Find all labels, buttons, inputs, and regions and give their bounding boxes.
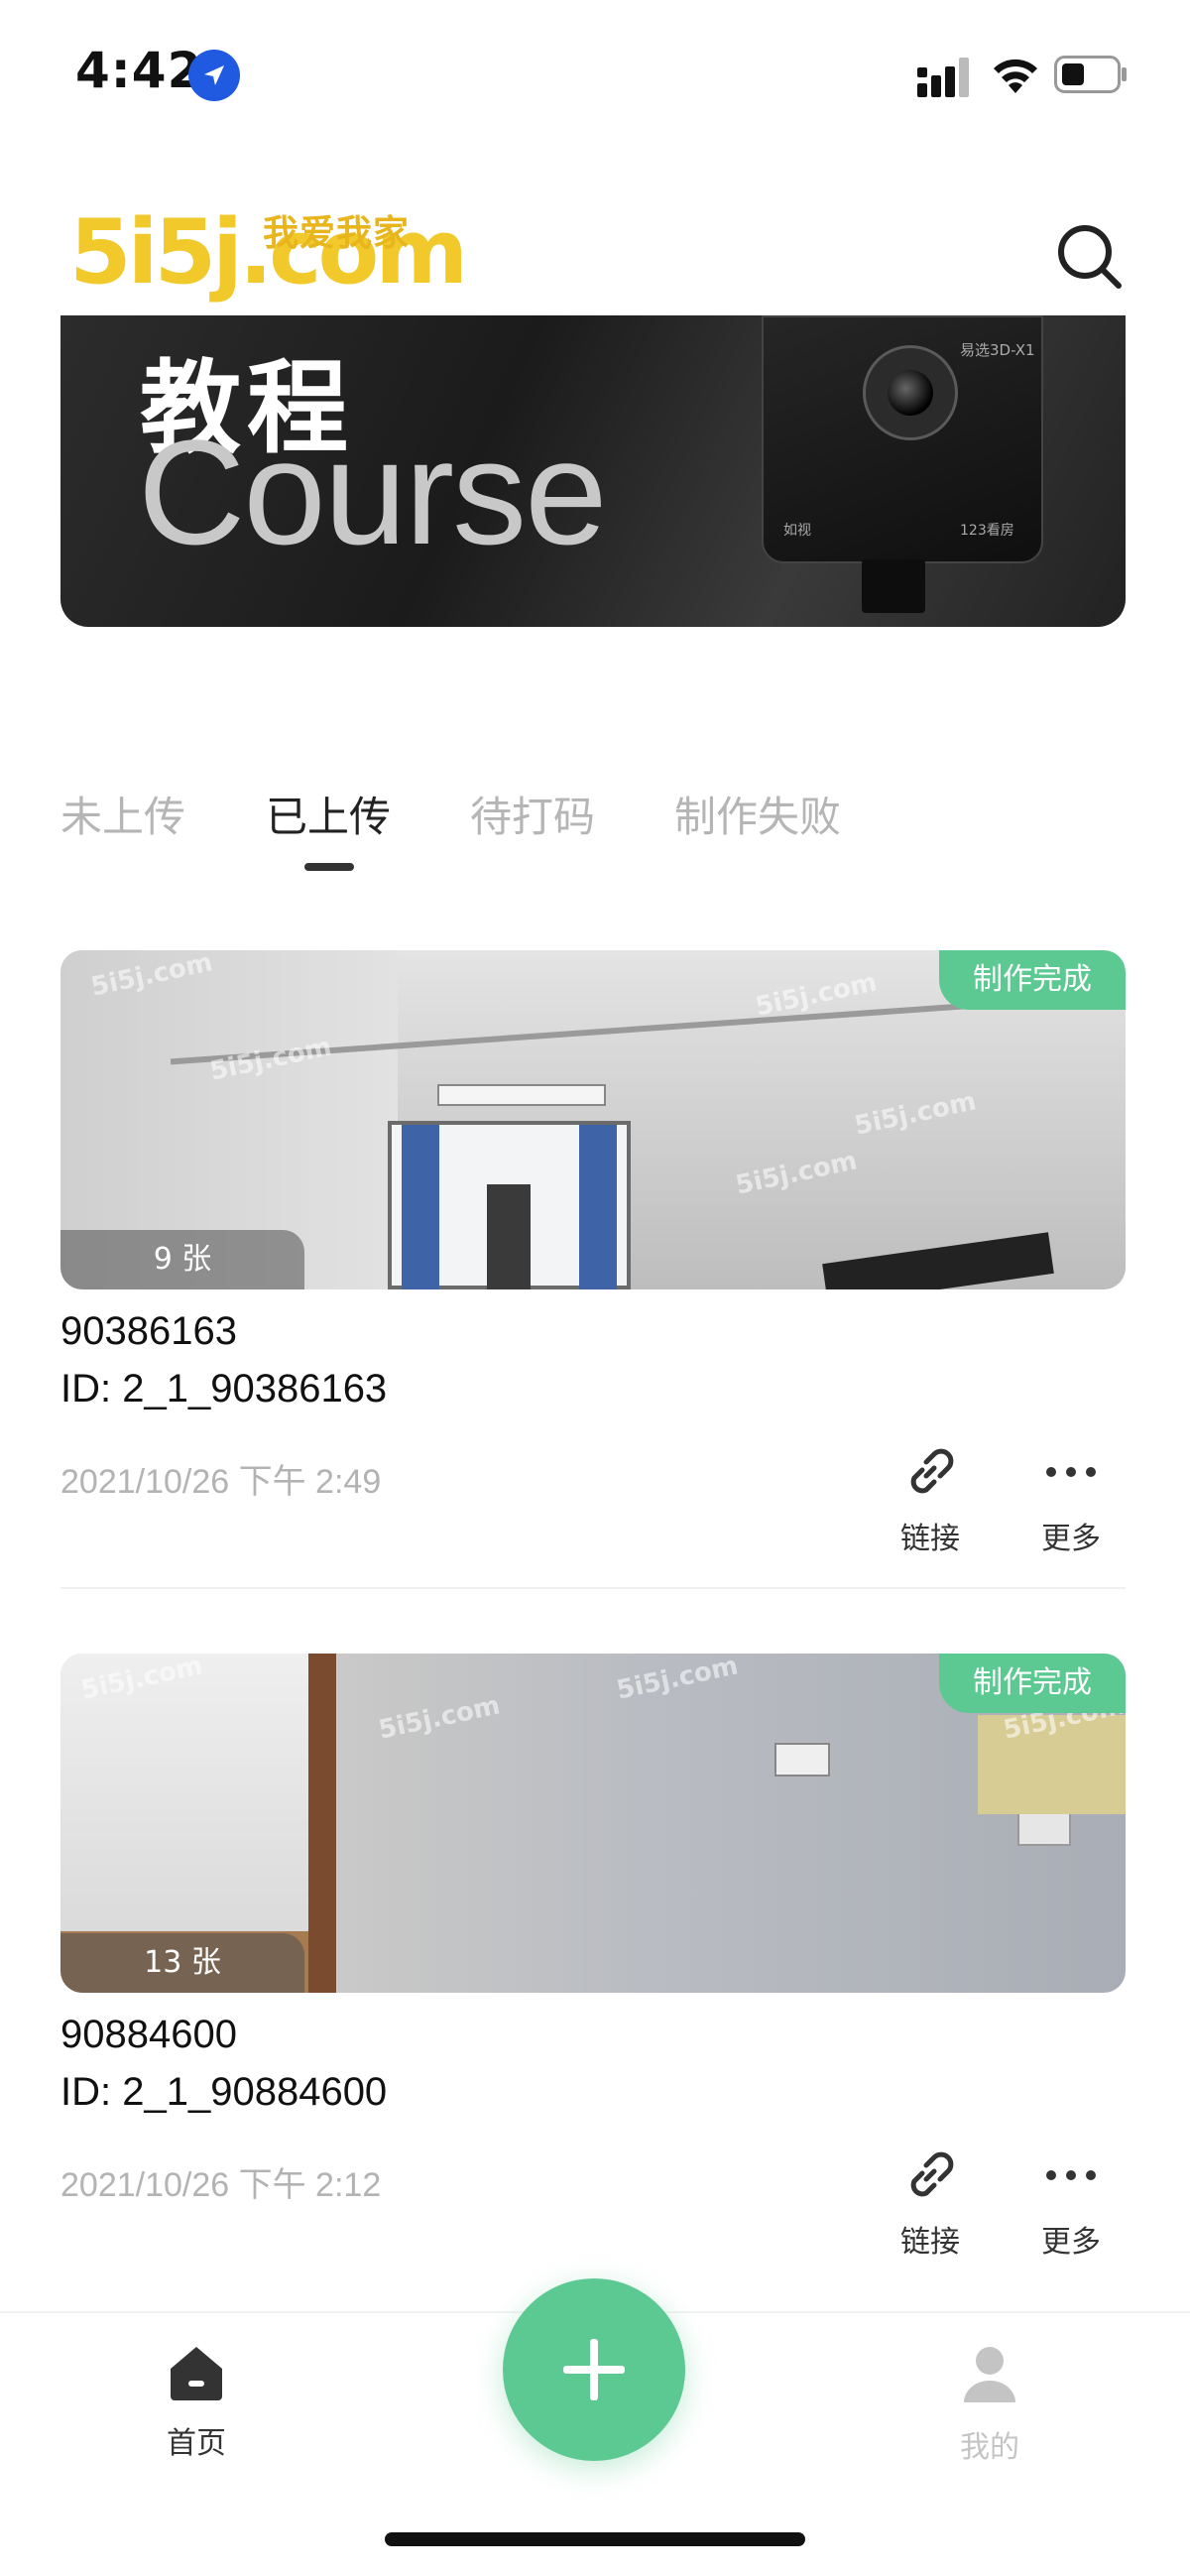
- camera-model-label: 易选3D-X1: [960, 341, 1035, 359]
- photo-count-badge: 9 张: [60, 1230, 304, 1289]
- outlet: [774, 1743, 830, 1777]
- battery-icon: [1054, 56, 1127, 93]
- nav-mine[interactable]: 我的: [920, 2343, 1059, 2466]
- link-icon: [910, 2151, 954, 2197]
- listing-timestamp: 2021/10/26 下午 2:12: [60, 2166, 382, 2204]
- status-time: 4:42: [75, 42, 203, 99]
- tab-not-uploaded[interactable]: 未上传: [60, 784, 185, 844]
- banner-title-en: Course: [138, 409, 608, 575]
- camera-stem: [862, 559, 925, 613]
- link-label: 链接: [900, 1522, 960, 1556]
- watermark: 5i5j.com: [733, 1146, 861, 1201]
- watermark: 5i5j.com: [614, 1654, 742, 1706]
- wifi-icon: [994, 59, 1037, 93]
- camera-lens: [863, 345, 958, 440]
- listing-timestamp: 2021/10/26 下午 2:49: [60, 1463, 382, 1501]
- tab-uploaded[interactable]: 已上传: [266, 784, 391, 844]
- user-icon: [964, 2347, 1015, 2402]
- card-divider: [60, 1587, 1126, 1589]
- more-dots-icon: [1046, 2170, 1096, 2180]
- link-icon: [910, 1448, 954, 1494]
- cellular-signal-icon: [917, 58, 969, 97]
- more-dots-icon: [1046, 1467, 1096, 1477]
- camera-brand-right: 123看房: [960, 523, 1014, 539]
- panorama-thumbnail[interactable]: 5i5j.com 5i5j.com 5i5j.com 5i5j.com 5i5j…: [60, 950, 1126, 1289]
- plus-icon: [563, 2339, 625, 2400]
- active-tab-indicator: [304, 863, 354, 871]
- listing-card[interactable]: 5i5j.com 5i5j.com 5i5j.com 5i5j.com 制作完成…: [60, 1654, 1126, 2298]
- logo-chinese-text: 我爱我家: [263, 213, 411, 254]
- home-indicator: [385, 2532, 805, 2546]
- listing-card[interactable]: 5i5j.com 5i5j.com 5i5j.com 5i5j.com 5i5j…: [60, 950, 1126, 1595]
- more-label: 更多: [1041, 1522, 1101, 1556]
- course-banner[interactable]: 教程 Course 易选3D-X1 如视 123看房: [60, 315, 1126, 627]
- link-label: 链接: [900, 2225, 960, 2260]
- switch-panel: [1017, 1812, 1071, 1846]
- more-label: 更多: [1041, 2225, 1101, 2260]
- listing-id: ID: 2_1_90386163: [60, 1367, 388, 1411]
- more-button[interactable]: 更多: [1016, 2144, 1126, 2261]
- photo-count-badge: 13 张: [60, 1933, 304, 1993]
- tab-pending-mosaic[interactable]: 待打码: [470, 784, 595, 844]
- nav-home-label: 首页: [167, 2426, 226, 2461]
- nav-mine-label: 我的: [960, 2430, 1019, 2465]
- tab-failed[interactable]: 制作失败: [674, 784, 841, 844]
- watermark: 5i5j.com: [852, 1086, 980, 1142]
- camera-image: 易选3D-X1 如视 123看房: [762, 315, 1043, 563]
- status-badge: 制作完成: [939, 950, 1126, 1010]
- nav-home[interactable]: 首页: [127, 2343, 266, 2462]
- more-button[interactable]: 更多: [1016, 1440, 1126, 1557]
- floor-screen: [822, 1232, 1054, 1289]
- listing-title: 90386163: [60, 1309, 237, 1353]
- search-icon[interactable]: [1051, 218, 1127, 294]
- ac-unit: [437, 1084, 606, 1106]
- add-button[interactable]: [503, 2278, 685, 2461]
- window: [388, 1121, 631, 1289]
- status-badge: 制作完成: [939, 1654, 1126, 1713]
- home-icon: [171, 2347, 222, 2400]
- listing-title: 90884600: [60, 2013, 237, 2056]
- link-button[interactable]: 链接: [876, 2144, 985, 2261]
- location-arrow-icon: [188, 50, 240, 101]
- watermark: 5i5j.com: [376, 1690, 504, 1746]
- camera-brand-left: 如视: [783, 523, 811, 539]
- link-button[interactable]: 链接: [876, 1440, 985, 1557]
- listing-id: ID: 2_1_90884600: [60, 2070, 388, 2114]
- door-frame: [308, 1654, 336, 1993]
- panorama-thumbnail[interactable]: 5i5j.com 5i5j.com 5i5j.com 5i5j.com 制作完成…: [60, 1654, 1126, 1993]
- brand-logo: 5i5j.com 我爱我家: [69, 198, 468, 307]
- status-bar: 4:42: [0, 0, 1190, 149]
